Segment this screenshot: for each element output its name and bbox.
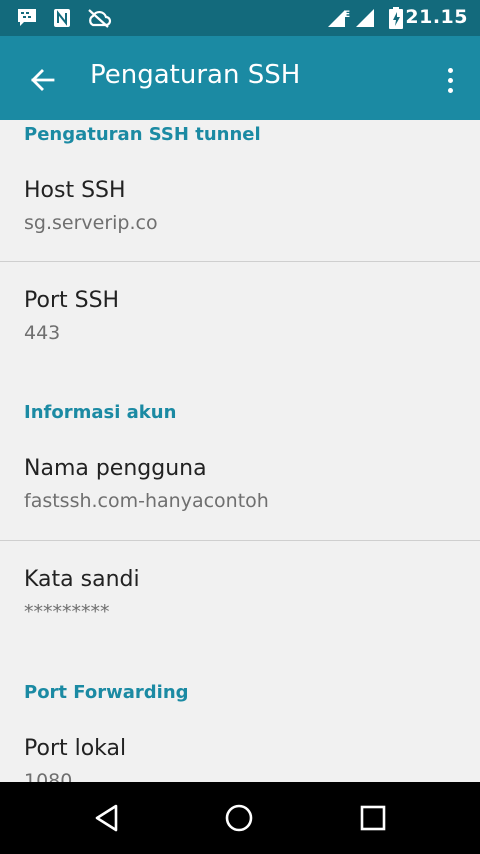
app-bar: Pengaturan SSH — [0, 36, 480, 120]
arrow-back-icon — [31, 69, 55, 91]
pref-host-ssh[interactable]: Host SSH sg.serverip.co — [0, 160, 480, 260]
pref-password-value: ********* — [24, 601, 110, 623]
pref-password-title: Kata sandi — [24, 567, 140, 592]
home-circle-icon — [225, 804, 253, 832]
pref-username-value: fastssh.com-hanyacontoh — [24, 490, 269, 512]
pref-local-port[interactable]: Port lokal 1080 — [0, 718, 480, 782]
category-port-forwarding: Port Forwarding — [24, 682, 189, 703]
page-title: Pengaturan SSH — [90, 60, 301, 90]
recents-square-icon — [360, 805, 386, 831]
pref-port-ssh-title: Port SSH — [24, 288, 120, 313]
pref-host-ssh-title: Host SSH — [24, 178, 126, 203]
svg-text:E: E — [344, 10, 350, 20]
back-triangle-icon — [95, 804, 118, 832]
status-time: 21.15 — [405, 6, 468, 28]
signal-icon — [354, 8, 378, 28]
navigation-bar — [0, 782, 480, 854]
pref-port-ssh-value: 443 — [24, 322, 61, 344]
overflow-menu-button[interactable] — [436, 58, 464, 102]
cloud-off-icon — [86, 8, 112, 28]
pref-local-port-value: 1080 — [24, 770, 73, 782]
back-button[interactable] — [20, 58, 64, 102]
pref-local-port-title: Port lokal — [24, 736, 127, 761]
category-account: Informasi akun — [24, 402, 177, 423]
pref-host-ssh-value: sg.serverip.co — [24, 212, 158, 234]
pref-username-title: Nama pengguna — [24, 456, 207, 481]
bbm-icon — [16, 8, 38, 28]
category-ssh-tunnel: Pengaturan SSH tunnel — [24, 124, 261, 145]
nav-home-button[interactable] — [215, 794, 263, 842]
status-bar: E 21.15 — [0, 0, 480, 36]
pref-port-ssh[interactable]: Port SSH 443 — [0, 262, 480, 370]
settings-list[interactable]: Pengaturan SSH tunnel Host SSH sg.server… — [0, 120, 480, 782]
notification-icon — [52, 8, 72, 28]
pref-password[interactable]: Kata sandi ********* — [0, 541, 480, 649]
nav-back-button[interactable] — [83, 794, 131, 842]
pref-username[interactable]: Nama pengguna fastssh.com-hanyacontoh — [0, 438, 480, 538]
overflow-dot — [447, 87, 453, 93]
overflow-menu-icon — [447, 67, 453, 73]
overflow-dot — [447, 77, 453, 83]
signal-e-icon: E — [326, 8, 352, 28]
nav-recents-button[interactable] — [349, 794, 397, 842]
battery-charging-icon — [388, 7, 404, 29]
